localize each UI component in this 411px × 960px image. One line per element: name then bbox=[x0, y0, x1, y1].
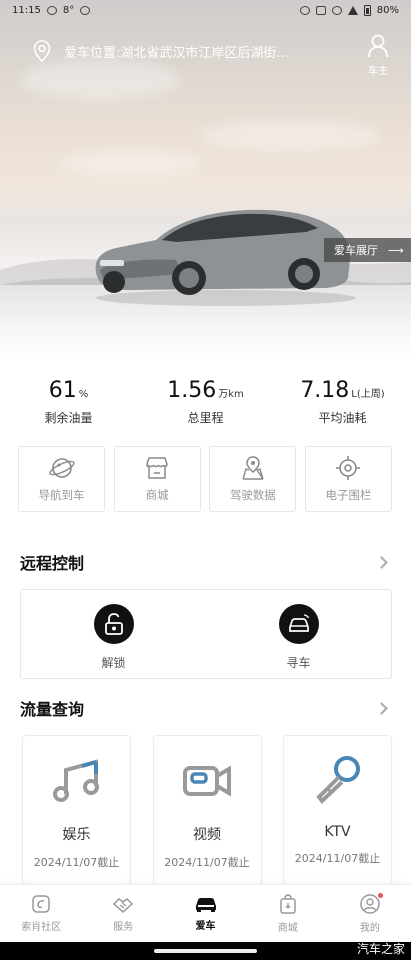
status-temp: 8° bbox=[62, 4, 75, 16]
battery-icon bbox=[363, 4, 371, 16]
car-find-icon bbox=[288, 614, 309, 632]
traffic-cards: 娱乐 2024/11/07截止 视频 2024/11/07截止 KTV 2024… bbox=[22, 735, 392, 885]
microphone-icon bbox=[315, 756, 360, 804]
bottom-tab-bar: 索肖社区 服务 爱车 商城 我的 bbox=[0, 884, 411, 942]
car-icon bbox=[195, 898, 216, 912]
tab-label: 索肖社区 bbox=[21, 922, 62, 933]
status-time: 11:15 bbox=[12, 4, 41, 16]
arrow-right-icon: ⟶ bbox=[388, 243, 404, 257]
handshake-icon bbox=[113, 898, 134, 914]
stat-value: 61 bbox=[48, 378, 77, 403]
map-pin-icon bbox=[242, 456, 264, 480]
find-car-button[interactable]: 寻车 bbox=[206, 590, 391, 678]
tab-community[interactable]: 索肖社区 bbox=[0, 885, 82, 942]
system-nav-bar bbox=[0, 942, 411, 960]
quick-action-label: 商城 bbox=[145, 488, 169, 502]
signal-icon bbox=[347, 5, 358, 15]
card-date: 2024/11/07截止 bbox=[33, 856, 120, 869]
video-icon bbox=[183, 765, 231, 797]
stat-unit: % bbox=[78, 389, 89, 400]
notification-dot bbox=[377, 893, 383, 898]
store-icon bbox=[146, 457, 168, 479]
tab-store[interactable]: 商城 bbox=[247, 885, 329, 942]
traffic-card-video[interactable]: 视频 2024/11/07截止 bbox=[152, 735, 262, 885]
stat-unit: 万km bbox=[218, 389, 244, 400]
stat-label: 剩余油量 bbox=[44, 411, 93, 425]
location-pin-icon bbox=[32, 40, 52, 62]
tab-label: 爱车 bbox=[195, 921, 216, 932]
showroom-label: 爱车展厅 bbox=[334, 244, 378, 257]
alarm-icon bbox=[299, 5, 310, 15]
store-button[interactable]: 商城 bbox=[113, 446, 201, 512]
quick-action-label: 驾驶数据 bbox=[229, 488, 276, 502]
navigate-to-car-button[interactable]: 导航到车 bbox=[18, 446, 105, 512]
stat-value: 1.56 bbox=[167, 378, 217, 403]
unlock-button[interactable]: 解锁 bbox=[21, 590, 206, 678]
car-image bbox=[95, 209, 356, 306]
remote-control-header[interactable]: 远程控制 bbox=[20, 550, 392, 574]
watermark-text: 汽车之家 bbox=[356, 942, 405, 956]
stat-consumption: 7.18 L(上周) 平均油耗 bbox=[274, 378, 411, 434]
status-bar: 11:15 8° 80% bbox=[0, 0, 411, 20]
unlock-icon bbox=[104, 613, 123, 635]
stat-label: 平均油耗 bbox=[318, 411, 367, 425]
owner-label: 车主 bbox=[368, 66, 388, 77]
fan-icon bbox=[80, 5, 91, 15]
showroom-button[interactable]: 爱车展厅 ⟶ bbox=[324, 238, 411, 262]
chevron-right-icon bbox=[375, 701, 388, 715]
stat-mileage: 1.56 万km 总里程 bbox=[137, 378, 274, 434]
battery-percent: 80% bbox=[376, 4, 399, 16]
remote-control-panel: 解锁 寻车 bbox=[20, 589, 392, 679]
tab-label: 服务 bbox=[113, 922, 134, 933]
planet-icon bbox=[48, 458, 75, 478]
geofence-button[interactable]: 电子围栏 bbox=[304, 446, 392, 512]
tab-service[interactable]: 服务 bbox=[82, 885, 164, 942]
stat-unit: L(上周) bbox=[351, 389, 385, 400]
wifi-icon bbox=[331, 5, 342, 15]
quick-action-label: 电子围栏 bbox=[325, 488, 372, 502]
user-icon bbox=[368, 34, 388, 58]
home-indicator[interactable] bbox=[154, 949, 257, 953]
community-icon bbox=[32, 895, 50, 913]
car-location[interactable]: 爱车位置:湖北省武汉市江岸区后湖街... bbox=[32, 40, 289, 62]
chevron-right-icon bbox=[375, 555, 388, 569]
location-text: 爱车位置:湖北省武汉市江岸区后湖街... bbox=[64, 45, 289, 61]
remote-action-label: 解锁 bbox=[101, 656, 126, 670]
driving-data-button[interactable]: 驾驶数据 bbox=[209, 446, 297, 512]
tab-my-car[interactable]: 爱车 bbox=[164, 885, 246, 942]
card-date: 2024/11/07截止 bbox=[294, 852, 381, 865]
mute-icon bbox=[315, 5, 326, 15]
vehicle-stats: 61% 剩余油量 1.56 万km 总里程 7.18 L(上周) 平均油耗 bbox=[0, 378, 411, 434]
shopping-bag-icon bbox=[279, 894, 296, 914]
traffic-card-entertainment[interactable]: 娱乐 2024/11/07截止 bbox=[22, 735, 131, 885]
quick-actions: 导航到车 商城 驾驶数据 电子围栏 bbox=[18, 446, 392, 512]
owner-button[interactable]: 车主 bbox=[367, 34, 389, 77]
card-name: 娱乐 bbox=[62, 827, 91, 843]
tab-label: 商城 bbox=[277, 923, 298, 934]
card-name: KTV bbox=[324, 824, 351, 840]
target-icon bbox=[336, 456, 361, 480]
section-title: 流量查询 bbox=[20, 700, 85, 719]
section-title: 远程控制 bbox=[20, 554, 85, 573]
music-icon bbox=[52, 759, 99, 802]
stat-fuel: 61% 剩余油量 bbox=[0, 378, 137, 434]
tab-label: 我的 bbox=[359, 923, 380, 934]
stat-value: 7.18 bbox=[300, 378, 350, 403]
traffic-card-ktv[interactable]: KTV 2024/11/07截止 bbox=[283, 735, 392, 885]
tab-profile[interactable]: 我的 bbox=[329, 885, 411, 942]
traffic-query-header[interactable]: 流量查询 bbox=[20, 696, 392, 720]
card-name: 视频 bbox=[193, 827, 221, 843]
stat-label: 总里程 bbox=[187, 411, 224, 425]
card-date: 2024/11/07截止 bbox=[164, 856, 250, 869]
remote-action-label: 寻车 bbox=[286, 656, 311, 670]
network-icon bbox=[46, 5, 57, 15]
quick-action-label: 导航到车 bbox=[38, 488, 85, 502]
